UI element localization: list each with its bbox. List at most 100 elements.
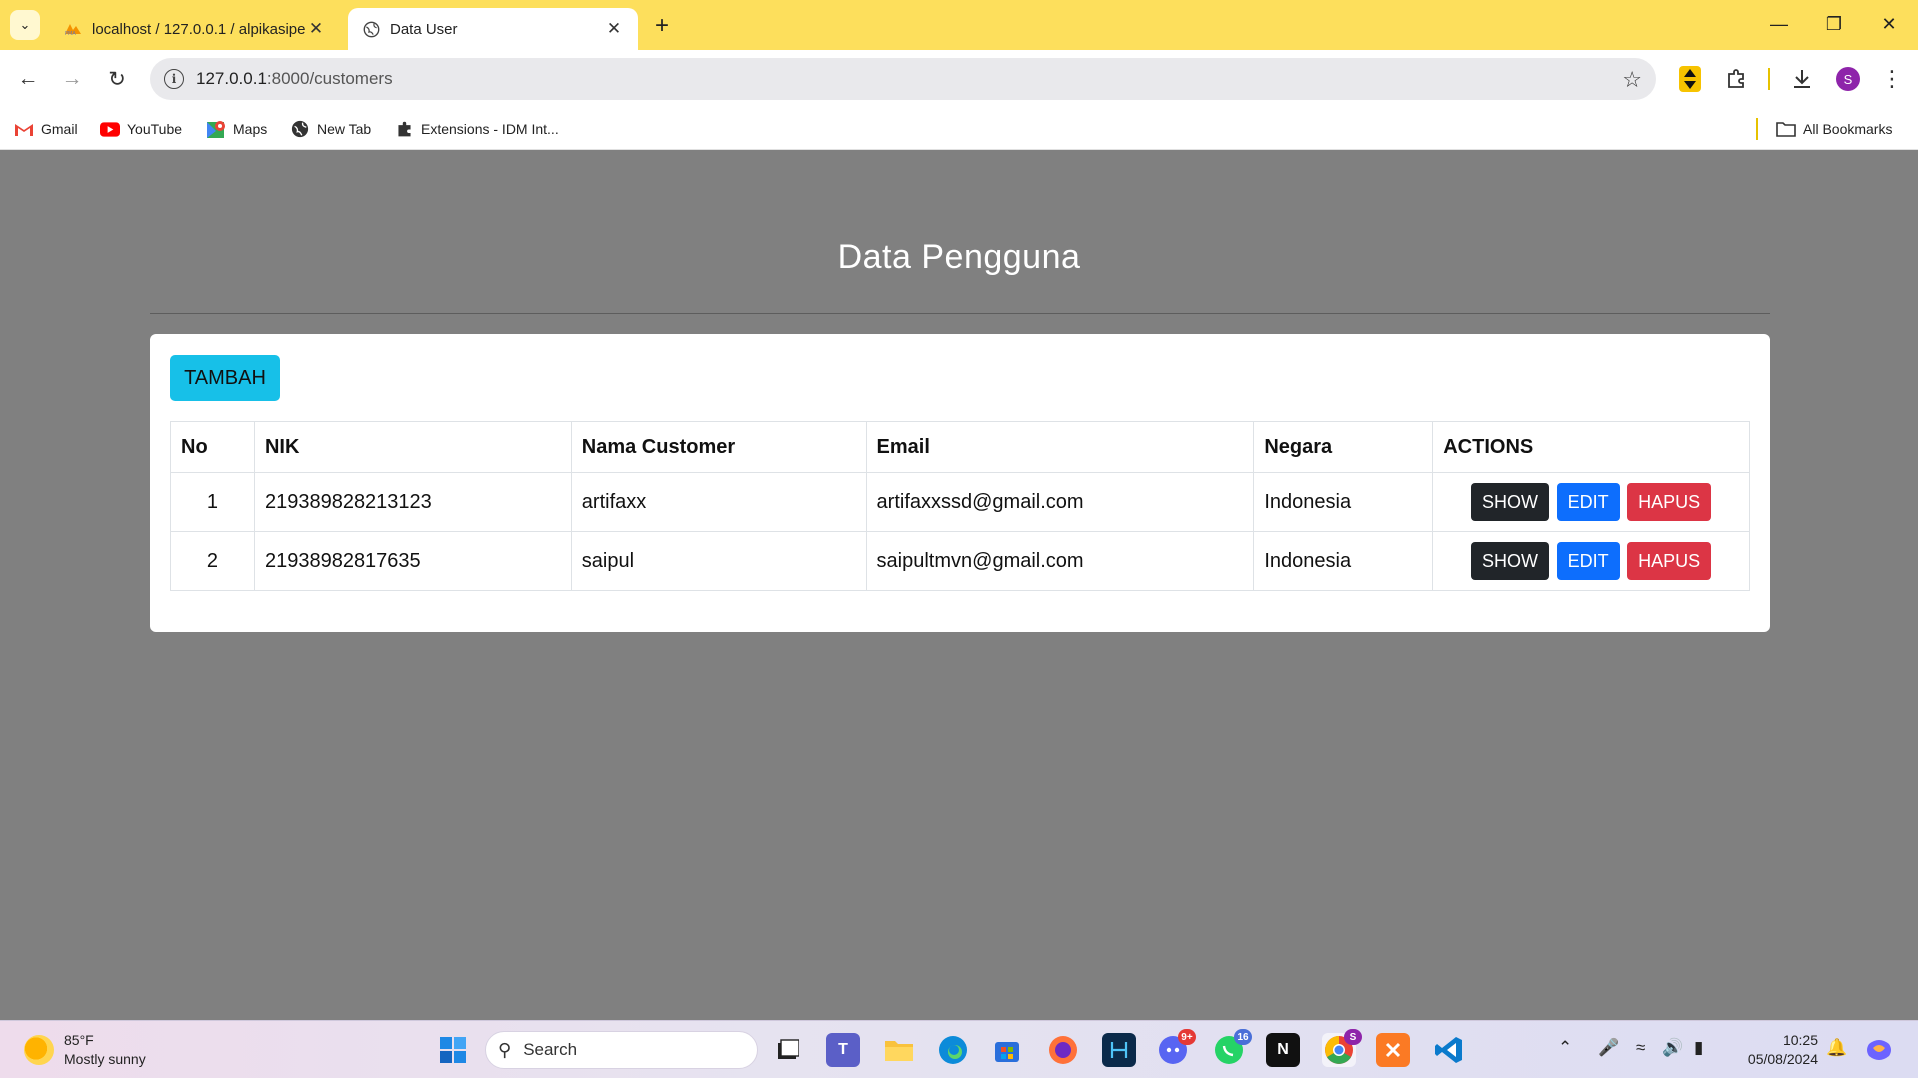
download-icon[interactable] [1786,63,1818,95]
xampp-icon[interactable] [1376,1033,1410,1067]
hapus-button[interactable]: HAPUS [1627,483,1712,521]
bookmark-extensions-idm[interactable]: Extensions - IDM Int... [394,117,559,141]
cell-negara: Indonesia [1253,472,1434,532]
minimize-button[interactable]: — [1752,0,1806,48]
show-button[interactable]: SHOW [1471,483,1550,521]
firefox-icon[interactable] [1046,1033,1080,1067]
bookmark-gmail[interactable]: Gmail [14,117,78,141]
task-view-icon[interactable] [770,1033,804,1067]
chevron-up-icon[interactable]: ⌃ [1558,1038,1572,1058]
bookmark-label: Extensions - IDM Int... [421,121,559,137]
volume-icon[interactable]: 🔊 [1662,1038,1683,1058]
restore-button[interactable]: ❐ [1807,0,1861,48]
chrome-profile-badge: S [1344,1029,1362,1045]
cell-no: 1 [170,472,255,532]
vscode-icon[interactable] [1432,1033,1466,1067]
window-close-button[interactable]: ✕ [1862,0,1916,48]
microphone-icon[interactable]: 🎤 [1598,1038,1619,1058]
title-divider [150,313,1770,314]
battery-icon[interactable]: ▮ [1694,1038,1703,1058]
tab-strip: ⌄ PMA localhost / 127.0.0.1 / alpikasipe… [0,0,1918,50]
customers-table: No NIK Nama Customer Email Negara ACTION… [170,421,1750,591]
extensions-puzzle-icon[interactable] [1720,63,1752,95]
forward-button[interactable]: → [56,63,88,95]
tambah-button[interactable]: TAMBAH [170,355,280,401]
address-bar[interactable]: i 127.0.0.1:8000/customers ☆ [150,58,1656,100]
close-icon[interactable]: ✕ [604,19,624,39]
notification-bell-icon[interactable]: 🔔 [1826,1038,1847,1058]
maps-icon [206,119,226,139]
globe-icon [290,119,310,139]
discord-icon[interactable]: 9+ [1156,1029,1196,1067]
folder-icon [1776,119,1796,139]
bookmark-youtube[interactable]: YouTube [100,117,182,141]
bookmark-label: New Tab [317,121,372,137]
restore-icon: ❐ [1825,13,1843,34]
table-header-row: No NIK Nama Customer Email Negara ACTION… [170,421,1750,473]
edge-icon[interactable] [936,1033,970,1067]
system-clock[interactable]: 10:25 05/08/2024 [1722,1031,1818,1069]
chevron-down-icon: ⌄ [19,17,31,32]
edit-button[interactable]: EDIT [1556,542,1620,580]
more-vertical-icon: ⋮ [1881,66,1903,91]
table-row: 2 21938982817635 saipul saipultmvn@gmail… [170,531,1750,591]
extension-icon[interactable] [1674,63,1706,95]
cell-nama: artifaxx [570,472,867,532]
avatar: S [1836,67,1860,91]
windows-taskbar: 85°F Mostly sunny ⚲ Search T 9+ 16 N S ⌃… [0,1020,1918,1078]
toolbar-divider [1768,68,1770,90]
clock-date: 05/08/2024 [1747,1051,1818,1067]
globe-icon [362,20,380,38]
cell-email: artifaxxssd@gmail.com [865,472,1255,532]
weather-widget[interactable]: 85°F Mostly sunny [24,1031,146,1069]
close-icon[interactable]: ✕ [306,19,326,39]
puzzle-icon [394,119,414,139]
bookmark-maps[interactable]: Maps [206,117,267,141]
bookmark-star-icon[interactable]: ☆ [1622,67,1642,93]
minimize-icon: — [1770,13,1788,34]
close-icon: ✕ [1881,13,1897,34]
file-explorer-icon[interactable] [882,1033,916,1067]
menu-button[interactable]: ⋮ [1876,63,1908,95]
youtube-icon [100,119,120,139]
edit-button[interactable]: EDIT [1556,483,1620,521]
tab-phpmyadmin[interactable]: PMA localhost / 127.0.0.1 / alpikasipe ✕ [50,8,340,50]
back-button[interactable]: ← [12,63,44,95]
search-placeholder: Search [523,1040,578,1059]
bookmark-label: YouTube [127,121,183,137]
hapus-button[interactable]: HAPUS [1627,542,1712,580]
taskbar-search[interactable]: ⚲ Search [485,1031,758,1069]
show-button[interactable]: SHOW [1471,542,1550,580]
tab-data-user[interactable]: Data User ✕ [348,8,638,50]
tab-title: localhost / 127.0.0.1 / alpikasipe [92,20,306,38]
whatsapp-icon[interactable]: 16 [1212,1029,1252,1067]
code-app-icon[interactable] [1102,1033,1136,1067]
gmail-icon [14,119,34,139]
copilot-icon[interactable] [1862,1033,1896,1067]
tab-title: Data User [390,20,458,38]
microsoft-store-icon[interactable] [990,1033,1024,1067]
sun-icon [24,1035,54,1065]
url-text[interactable]: 127.0.0.1:8000/customers [196,69,393,89]
column-header-nama: Nama Customer [570,421,867,473]
users-card: TAMBAH No NIK Nama Customer Email Negara… [150,334,1770,632]
windows-start-icon[interactable] [436,1033,470,1067]
all-bookmarks-button[interactable]: All Bookmarks [1776,117,1892,141]
teams-icon[interactable]: T [826,1033,860,1067]
wifi-icon[interactable]: ≈ [1636,1038,1645,1058]
page-content: Data Pengguna TAMBAH No NIK Nama Custome… [0,150,1918,1020]
tab-search-button[interactable]: ⌄ [10,10,40,40]
arrow-left-icon: ← [17,67,39,90]
notion-icon[interactable]: N [1266,1033,1300,1067]
browser-toolbar: ← → ↻ i 127.0.0.1:8000/customers ☆ S ⋮ [0,50,1918,108]
info-icon[interactable]: i [164,69,184,89]
profile-avatar[interactable]: S [1832,63,1864,95]
bookmarks-bar: Gmail YouTube Maps New Tab Extensions - … [0,108,1918,150]
chrome-icon[interactable]: S [1322,1029,1362,1067]
new-tab-button[interactable]: + [648,12,676,40]
bookmark-label: All Bookmarks [1803,121,1893,137]
bookmark-new-tab[interactable]: New Tab [290,117,371,141]
search-icon: ⚲ [498,1039,512,1060]
cell-nik: 219389828213123 [253,472,572,532]
reload-button[interactable]: ↻ [101,63,133,95]
